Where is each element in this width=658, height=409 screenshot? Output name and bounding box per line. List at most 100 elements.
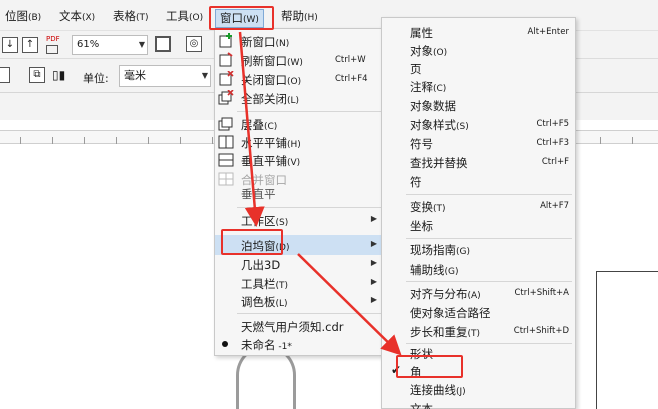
label-acc: (S) [275,218,289,228]
menu-item-label: 层叠(C) [241,117,277,133]
docker-item-label: 对齐与分布(A) [410,286,481,302]
docker-item-guidelines[interactable]: 辅助线(G) [382,260,575,278]
label-text: 辅助线 [410,263,445,277]
menu-separator [237,111,381,112]
menu-item-label: 垂直平 [241,186,276,202]
menu-text-label: 文本 [59,9,82,23]
menu-item-new-window[interactable]: 新窗口(N) [215,32,383,50]
menu-table-acc: (T) [136,13,149,23]
docker-item-label: 变换(T) [410,199,446,215]
menu-item-toolbars[interactable]: 工具栏(T) ▶ [215,274,383,292]
label-acc: (T) [467,329,481,339]
label-acc: (H) [287,140,301,150]
menu-item-tile-horizontal[interactable]: 水平平铺(H) [215,133,383,151]
menu-item-vertical-flat[interactable]: 垂直平 [215,184,383,202]
ruler-tick [212,137,213,144]
menu-item-document-1[interactable]: 天燃气用户须知.cdr [215,317,383,335]
docker-item-object-data[interactable]: 对象数据 [382,96,575,114]
zoom-value: 61% [77,39,100,50]
highlight-box-window-menu [209,6,274,30]
label-text: 连接曲线 [410,383,456,397]
menu-item-palettes[interactable]: 调色板(L) ▶ [215,292,383,310]
bar-chart-icon[interactable]: ▯▮ [52,67,68,83]
docker-item-step-repeat[interactable]: 步长和重复(T) Ctrl+Shift+D [382,322,575,340]
menu-item-shortcut: Ctrl+W [335,55,366,65]
menu-item-close-window[interactable]: 关闭窗口(O) Ctrl+F4 [215,70,383,88]
menu-help[interactable]: 帮助(H) [281,8,318,24]
label-text: 水平平铺 [241,136,287,150]
pdf-label: PDF [46,35,60,43]
docker-item-connect-curves[interactable]: 连接曲线(J) [382,380,575,398]
snap-icon[interactable]: ◎ [186,36,202,52]
menu-table[interactable]: 表格(T) [113,8,149,24]
menu-separator [406,194,572,195]
docker-item-label: 使对象适合路径 [410,306,491,320]
label-acc: (L) [275,299,288,309]
menu-text-acc: (X) [82,13,96,23]
docker-item-comments[interactable]: 注释(C) [382,77,575,95]
menu-bitmap[interactable]: 位图(B) [5,8,41,24]
docker-item-label: 符 [410,175,422,189]
label-text: 调色板 [241,295,276,309]
label-acc: (T) [433,204,446,214]
menu-item-close-all[interactable]: 全部关闭(L) [215,89,383,107]
menu-tools-acc: (O) [189,13,204,23]
docker-item-coordinates[interactable]: 坐标 [382,216,575,234]
docker-item-shortcut: Ctrl+F3 [536,138,569,148]
window-menu: 新窗口(N) 刷新窗口(W) Ctrl+W 关闭窗口(O) Ctrl+F4 全部… [214,28,384,356]
menu-item-label: 调色板(L) [241,294,288,310]
docker-item-objects[interactable]: 对象(O) [382,41,575,59]
submenu-arrow-icon: ▶ [370,295,377,304]
dockers-submenu: 属性 Alt+Enter 对象(O) 页 注释(C) 对象数据 对象样式(S) Ct… [381,17,576,409]
chevron-down-icon: ▼ [201,71,208,80]
menu-item-workspace[interactable]: 工作区(S) ▶ [215,211,383,229]
label-text: 新窗口 [241,35,276,49]
docker-item-pages[interactable]: 页 [382,59,575,77]
menu-item-cascade[interactable]: 层叠(C) [215,115,383,133]
pdf-publish-icon[interactable]: PDF [46,35,64,55]
label-acc: (C) [433,84,447,94]
docker-item-properties[interactable]: 属性 Alt+Enter [382,23,575,41]
label-acc: (G) [444,267,459,277]
unit-select[interactable]: 毫米 ▼ [119,65,211,87]
menu-item-label: 未命名 -1* [241,337,292,353]
ruler-tick [148,137,149,144]
docker-item-fit-to-path[interactable]: 使对象适合路径 [382,303,575,321]
docker-item-text[interactable]: 文本 [382,401,575,409]
label-text: 垂直平 [241,187,276,201]
label-acc: (V) [287,158,301,168]
menu-item-label: 天燃气用户须知.cdr [241,319,344,335]
label-acc: (O) [287,77,302,87]
menu-item-tile-vertical[interactable]: 垂直平铺(V) [215,151,383,169]
menu-item-document-2[interactable]: 未命名 -1* [215,335,383,353]
menu-item-refresh-window[interactable]: 刷新窗口(W) Ctrl+W [215,51,383,69]
label-acc: (S) [456,122,469,132]
ruler-tick [632,137,633,144]
docker-item-align-distribute[interactable]: 对齐与分布(A) Ctrl+Shift+A [382,284,575,302]
docker-item-glyphs[interactable]: 符 [382,172,575,190]
menu-bitmap-acc: (B) [28,13,42,23]
menu-item-label: 刷新窗口(W) [241,53,303,69]
page-shape-icon[interactable] [0,67,10,83]
docker-item-symbols[interactable]: 符号 Ctrl+F3 [382,134,575,152]
label-text: 工具栏 [241,277,276,291]
docker-item-label: 辅助线(G) [410,262,459,278]
copy-properties-icon[interactable]: ⧉ [29,67,45,83]
docker-item-transform[interactable]: 变换(T) Alt+F7 [382,197,575,215]
ruler-tick [600,137,601,144]
menu-item-label: 垂直平铺(V) [241,153,300,169]
docker-item-find-replace[interactable]: 查找并替换 Ctrl+F [382,153,575,171]
menu-tools[interactable]: 工具(O) [166,8,203,24]
export-icon[interactable]: ↑ [22,37,38,53]
menu-text[interactable]: 文本(X) [59,8,95,24]
import-icon[interactable]: ↓ [2,37,18,53]
zoom-combo[interactable]: 61% ▼ [72,35,148,55]
docker-item-object-styles[interactable]: 对象样式(S) Ctrl+F5 [382,115,575,133]
docker-item-snap-guides[interactable]: 现场指南(G) [382,240,575,258]
label-text: 工作区 [241,214,276,228]
full-screen-icon[interactable] [155,36,171,52]
docker-item-shortcut: Alt+Enter [527,27,569,37]
ruler-tick [52,137,53,144]
docker-item-label: 对象样式(S) [410,117,469,133]
menu-item-3d[interactable]: 几出3D ▶ [215,255,383,273]
